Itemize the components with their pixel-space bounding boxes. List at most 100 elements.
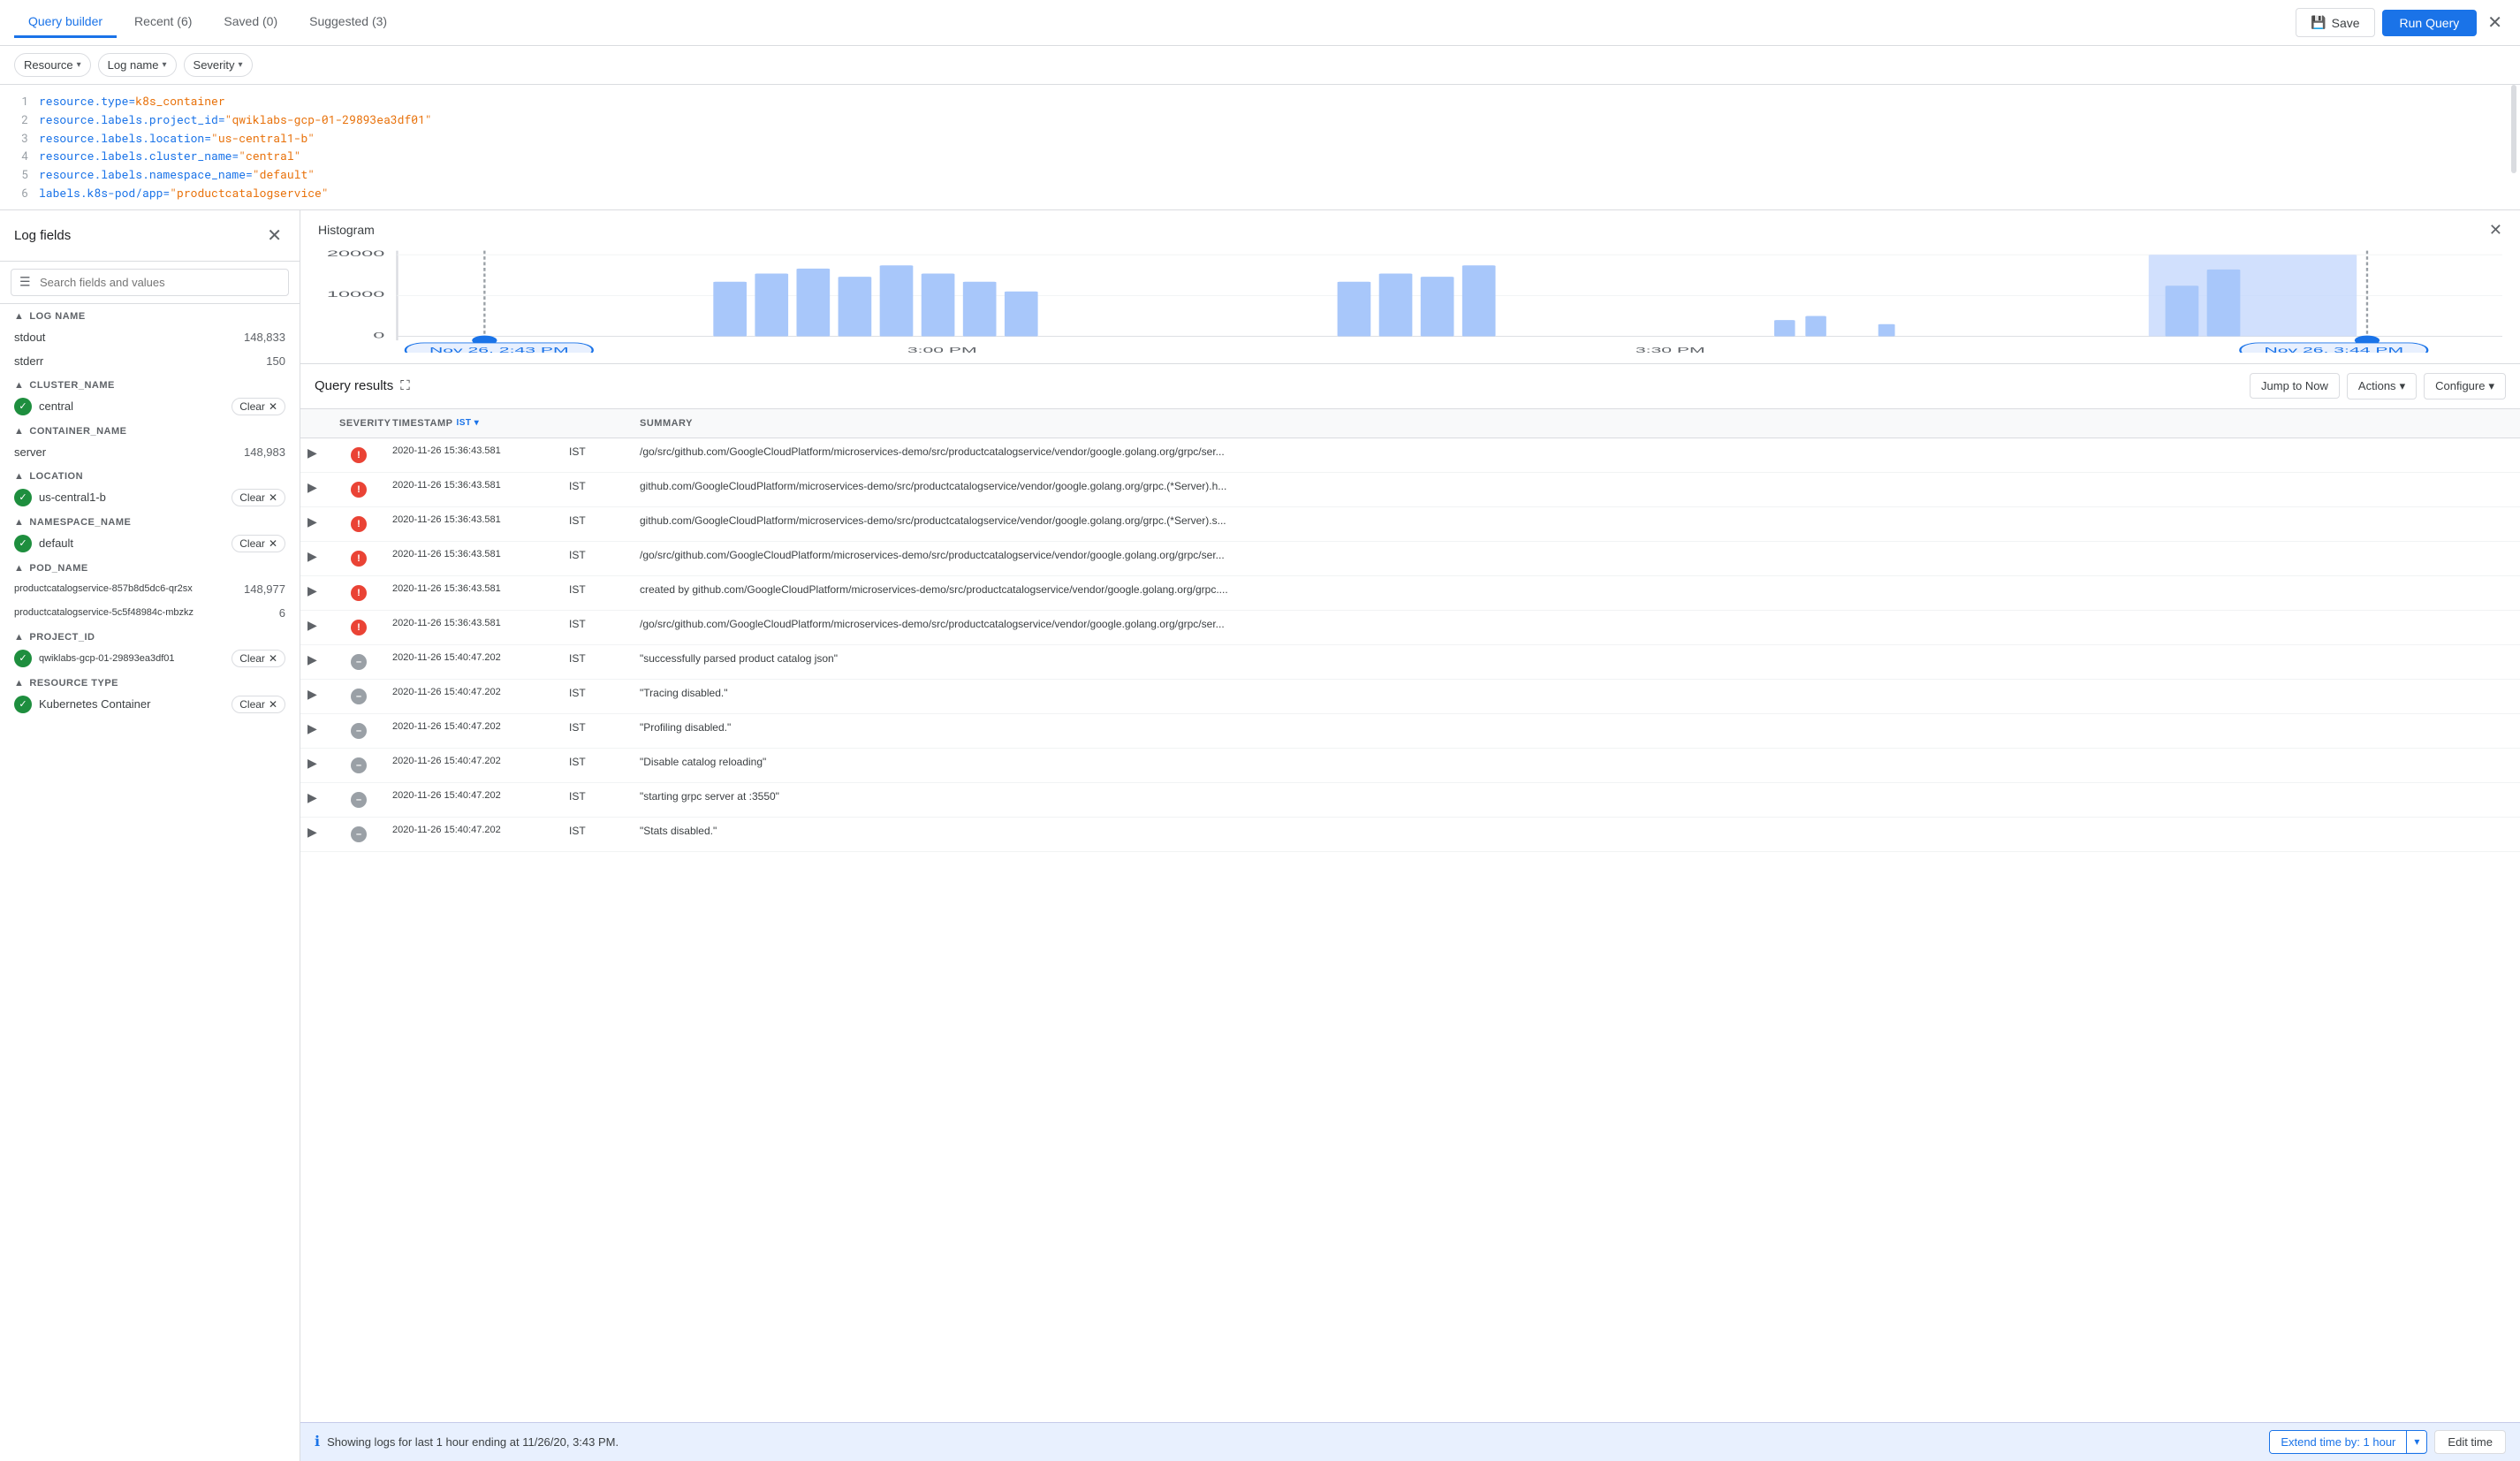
save-button[interactable]: 💾 Save (2296, 8, 2374, 37)
table-row[interactable]: ▶ – 2020-11-26 15:40:47.202 IST "Profili… (300, 714, 2520, 749)
clear-project-button[interactable]: Clear ✕ (232, 650, 285, 667)
run-query-button[interactable]: Run Query (2382, 10, 2478, 36)
expand-cell[interactable]: ▶ (300, 683, 332, 705)
tab-bar: Query builder Recent (6) Saved (0) Sugge… (14, 7, 401, 38)
field-server[interactable]: server 148,983 (0, 440, 300, 464)
field-pod1[interactable]: productcatalogservice-857b8d5dc6-qr2sx 1… (0, 577, 300, 601)
severity-filter[interactable]: Severity ▾ (184, 53, 253, 77)
table-row[interactable]: ▶ ! 2020-11-26 15:36:43.581 IST /go/src/… (300, 542, 2520, 576)
th-timestamp[interactable]: TIMESTAMP IST ▾ (385, 415, 562, 432)
table-row[interactable]: ▶ ! 2020-11-26 15:36:43.581 IST /go/src/… (300, 438, 2520, 473)
table-row[interactable]: ▶ ! 2020-11-26 15:36:43.581 IST github.c… (300, 473, 2520, 507)
clear-resource-button[interactable]: Clear ✕ (232, 696, 285, 713)
extend-time-button[interactable]: Extend time by: 1 hour (2270, 1431, 2407, 1453)
expand-cell[interactable]: ▶ (300, 718, 332, 740)
table-row[interactable]: ▶ ! 2020-11-26 15:36:43.581 IST created … (300, 576, 2520, 611)
bottom-info: ℹ Showing logs for last 1 hour ending at… (315, 1433, 619, 1450)
expand-cell[interactable]: ▶ (300, 752, 332, 774)
tz-cell: IST (562, 511, 633, 530)
expand-button[interactable]: ▶ (307, 583, 317, 598)
section-container-name[interactable]: ▲ CONTAINER_NAME (0, 419, 300, 440)
table-row[interactable]: ▶ – 2020-11-26 15:40:47.202 IST "Disable… (300, 749, 2520, 783)
severity-info-icon: – (351, 826, 367, 842)
severity-cell: – (332, 752, 385, 779)
section-pod-name[interactable]: ▲ POD_NAME (0, 556, 300, 577)
section-arrow-container: ▲ (14, 426, 24, 437)
jump-to-now-button[interactable]: Jump to Now (2250, 373, 2340, 399)
table-row[interactable]: ▶ – 2020-11-26 15:40:47.202 IST "success… (300, 645, 2520, 680)
logname-filter[interactable]: Log name ▾ (98, 53, 177, 77)
expand-cell[interactable]: ▶ (300, 580, 332, 602)
field-pod2[interactable]: productcatalogservice-5c5f48984c-mbzkz 6 (0, 601, 300, 625)
tz-cell: IST (562, 649, 633, 668)
expand-button[interactable]: ▶ (307, 756, 317, 771)
field-namespace-left: ✓ default (14, 535, 73, 552)
expand-cell[interactable]: ▶ (300, 787, 332, 809)
severity-chevron-icon: ▾ (239, 60, 243, 70)
expand-button[interactable]: ▶ (307, 618, 317, 633)
field-stdout[interactable]: stdout 148,833 (0, 325, 300, 349)
tab-query-builder[interactable]: Query builder (14, 7, 117, 38)
section-cluster-name[interactable]: ▲ CLUSTER_NAME (0, 373, 300, 394)
field-default[interactable]: ✓ default Clear ✕ (0, 531, 300, 556)
expand-cell[interactable]: ▶ (300, 614, 332, 636)
tab-recent[interactable]: Recent (6) (120, 7, 206, 38)
log-fields-close-button[interactable]: ✕ (263, 221, 285, 250)
expand-cell[interactable]: ▶ (300, 649, 332, 671)
expand-button[interactable]: ▶ (307, 514, 317, 529)
table-row[interactable]: ▶ – 2020-11-26 15:40:47.202 IST "Stats d… (300, 818, 2520, 852)
field-us-central1-b[interactable]: ✓ us-central1-b Clear ✕ (0, 485, 300, 510)
edit-time-button[interactable]: Edit time (2434, 1430, 2506, 1454)
expand-button[interactable]: ▶ (307, 687, 317, 702)
severity-cell: ! (332, 442, 385, 468)
expand-button[interactable]: ▶ (307, 445, 317, 460)
fullscreen-icon[interactable]: ⛶ (400, 378, 410, 393)
extend-time-dropdown-button[interactable]: ▾ (2407, 1431, 2426, 1452)
table-row[interactable]: ▶ ! 2020-11-26 15:36:43.581 IST github.c… (300, 507, 2520, 542)
section-label-log-name: LOG NAME (29, 311, 85, 322)
table-row[interactable]: ▶ ! 2020-11-26 15:36:43.581 IST /go/src/… (300, 611, 2520, 645)
table-row[interactable]: ▶ – 2020-11-26 15:40:47.202 IST "startin… (300, 783, 2520, 818)
field-kubernetes-container[interactable]: ✓ Kubernetes Container Clear ✕ (0, 692, 300, 717)
clear-central-button[interactable]: Clear ✕ (232, 398, 285, 415)
editor-scrollbar[interactable] (2511, 85, 2516, 173)
expand-cell[interactable]: ▶ (300, 476, 332, 498)
expand-cell[interactable]: ▶ (300, 821, 332, 843)
expand-cell[interactable]: ▶ (300, 442, 332, 464)
expand-button[interactable]: ▶ (307, 825, 317, 840)
actions-button[interactable]: Actions ▾ (2347, 373, 2417, 399)
tab-saved[interactable]: Saved (0) (209, 7, 292, 38)
summary-cell: /go/src/github.com/GoogleCloudPlatform/m… (633, 614, 2520, 634)
clear-namespace-button[interactable]: Clear ✕ (232, 535, 285, 552)
expand-cell[interactable]: ▶ (300, 511, 332, 533)
clear-location-button[interactable]: Clear ✕ (232, 489, 285, 506)
section-namespace[interactable]: ▲ NAMESPACE_NAME (0, 510, 300, 531)
field-project-id[interactable]: ✓ qwiklabs-gcp-01-29893ea3df01 Clear ✕ (0, 646, 300, 671)
th-summary: SUMMARY (633, 415, 2520, 432)
expand-button[interactable]: ▶ (307, 652, 317, 667)
section-log-name[interactable]: ▲ LOG NAME (0, 304, 300, 325)
tab-suggested[interactable]: Suggested (3) (295, 7, 401, 38)
section-location[interactable]: ▲ LOCATION (0, 464, 300, 485)
th-severity: SEVERITY (332, 415, 385, 432)
section-label-location: LOCATION (29, 471, 83, 482)
configure-button[interactable]: Configure ▾ (2424, 373, 2506, 399)
check-icon-resource: ✓ (14, 696, 32, 713)
expand-button[interactable]: ▶ (307, 549, 317, 564)
field-name-project: qwiklabs-gcp-01-29893ea3df01 (39, 653, 175, 664)
resource-filter[interactable]: Resource ▾ (14, 53, 91, 77)
section-project-id[interactable]: ▲ PROJECT_ID (0, 625, 300, 646)
expand-cell[interactable]: ▶ (300, 545, 332, 567)
histogram-close-button[interactable]: ✕ (2489, 221, 2502, 240)
expand-button[interactable]: ▶ (307, 480, 317, 495)
filter-row: Resource ▾ Log name ▾ Severity ▾ (0, 46, 2520, 85)
close-button[interactable]: ✕ (2484, 8, 2506, 37)
section-resource-type[interactable]: ▲ RESOURCE TYPE (0, 671, 300, 692)
expand-button[interactable]: ▶ (307, 721, 317, 736)
expand-button[interactable]: ▶ (307, 790, 317, 805)
search-input[interactable] (11, 269, 289, 296)
field-stderr[interactable]: stderr 150 (0, 349, 300, 373)
query-editor[interactable]: 1 resource.type=k8s_container 2 resource… (0, 85, 2520, 210)
table-row[interactable]: ▶ – 2020-11-26 15:40:47.202 IST "Tracing… (300, 680, 2520, 714)
field-central[interactable]: ✓ central Clear ✕ (0, 394, 300, 419)
